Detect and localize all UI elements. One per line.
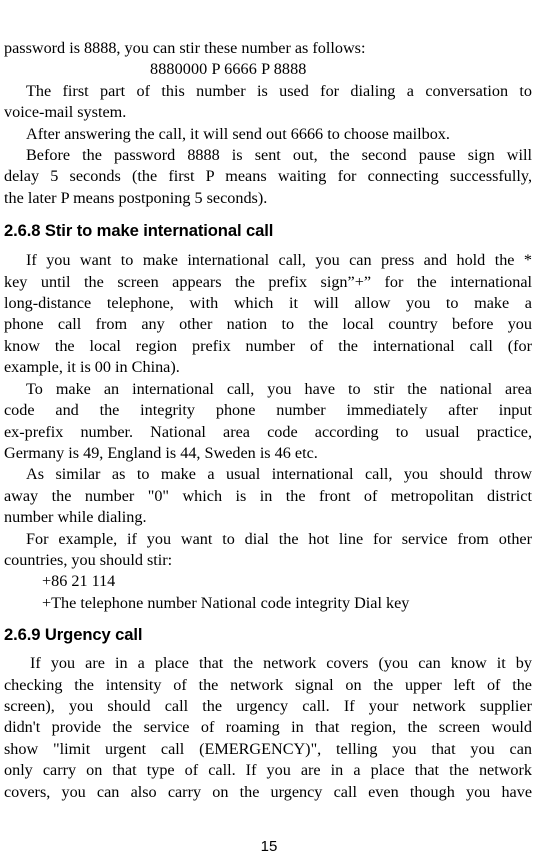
text-line: know the local region prefix number of t… xyxy=(4,336,532,355)
page-content: password is 8888, you can stir these num… xyxy=(4,38,532,803)
text-line-dial-example: 8880000 P 6666 P 8888 xyxy=(150,60,307,79)
text-line: To make an international call, you have … xyxy=(26,379,532,398)
paragraph-national-area-code: To make an international call, you have … xyxy=(4,379,532,465)
paragraph-pause-sign-explanation: Before the password 8888 is sent out, th… xyxy=(4,145,532,209)
text-line: screen), you should call the urgency cal… xyxy=(4,696,532,715)
paragraph-urgency-call-body: If you are in a place that the network c… xyxy=(4,653,532,803)
text-line: covers, you can also carry on the urgenc… xyxy=(4,782,532,801)
text-line: delay 5 seconds (the first P means waiti… xyxy=(4,167,532,186)
text-line: For example, if you want to dial the hot… xyxy=(26,529,532,548)
paragraph-first-part-dialing: The first part of this number is used fo… xyxy=(4,81,532,124)
page-number: 15 xyxy=(260,838,278,855)
section-heading-2-6-8: 2.6.8 Stir to make international call xyxy=(4,221,274,241)
text-line-dial-number: +86 21 114 xyxy=(42,572,116,591)
text-line: only carry on that type of call. If you … xyxy=(4,761,532,780)
text-line-dial-legend: +The telephone number National code inte… xyxy=(42,593,410,612)
text-line: long-distance telephone, with which it w… xyxy=(4,294,532,313)
section-heading-2-6-9: 2.6.9 Urgency call xyxy=(4,625,143,645)
text-line: countries, you should stir: xyxy=(4,550,173,569)
text-line: password is 8888, you can stir these num… xyxy=(4,39,366,57)
text-line: ex-prefix number. National area code acc… xyxy=(4,422,532,441)
text-line: As similar as to make a usual internatio… xyxy=(26,465,532,484)
text-line: didn't provide the service of roaming in… xyxy=(4,718,532,737)
text-line: phone call from any other nation to the … xyxy=(4,315,532,334)
paragraph-voicemail-intro: password is 8888, you can stir these num… xyxy=(4,38,532,81)
text-line: the later P means postponing 5 seconds). xyxy=(4,188,268,207)
document-page: password is 8888, you can stir these num… xyxy=(0,0,538,863)
paragraph-international-prefix: If you want to make international call, … xyxy=(4,250,532,378)
text-line: voice-mail system. xyxy=(4,103,127,122)
text-line: key until the screen appears the prefix … xyxy=(4,272,532,291)
text-line: checking the intensity of the network si… xyxy=(4,675,532,694)
text-line: number while dialing. xyxy=(4,508,147,527)
text-line: If you want to make international call, … xyxy=(26,251,532,270)
text-line: show "limit urgent call (EMERGENCY)", te… xyxy=(4,739,532,758)
text-line: example, it is 00 in China). xyxy=(4,358,180,377)
text-line: Before the password 8888 is sent out, th… xyxy=(26,146,532,165)
text-line: code and the integrity phone number imme… xyxy=(4,401,532,420)
text-line: If you are in a place that the network c… xyxy=(30,654,532,673)
paragraph-hotline-example: For example, if you want to dial the hot… xyxy=(4,529,532,615)
text-line: away the number "0" which is in the fron… xyxy=(4,486,532,505)
text-line: After answering the call, it will send o… xyxy=(26,124,450,143)
text-line: Germany is 49, England is 44, Sweden is … xyxy=(4,443,318,462)
paragraph-drop-leading-zero: As similar as to make a usual internatio… xyxy=(4,464,532,528)
paragraph-after-answering: After answering the call, it will send o… xyxy=(4,124,532,145)
text-line: The first part of this number is used fo… xyxy=(26,81,532,100)
